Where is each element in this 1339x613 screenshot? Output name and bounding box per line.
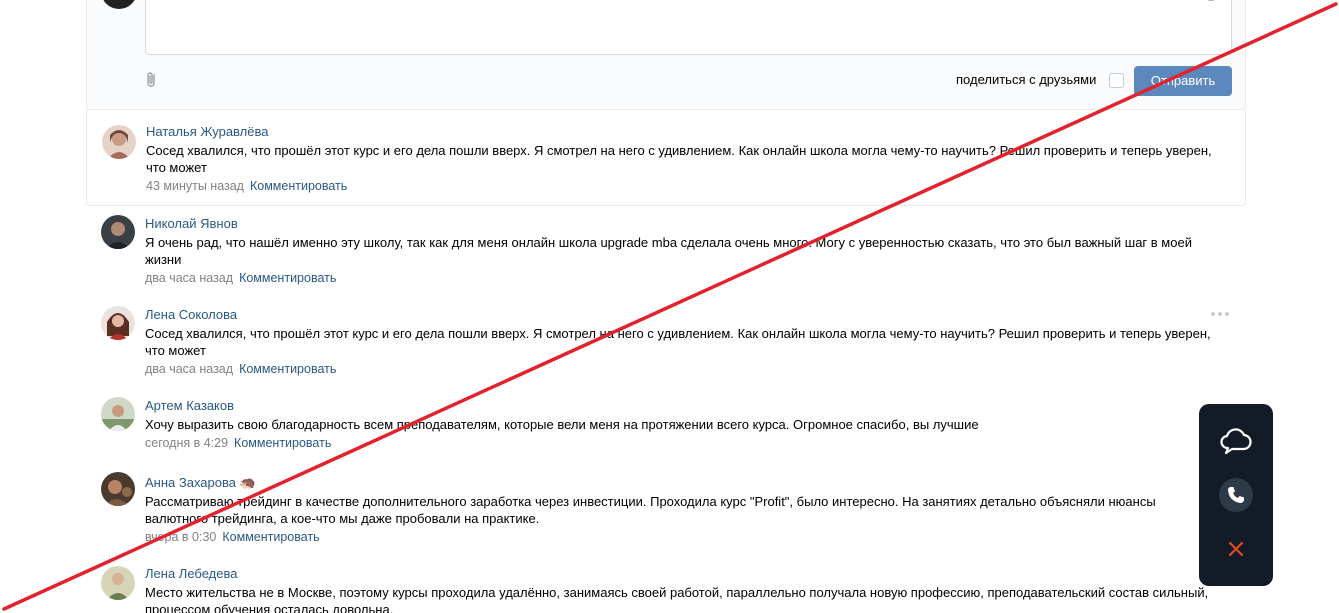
comment-item: Лена Лебедева Место жительства не в Моск… bbox=[86, 556, 1246, 613]
contact-widget bbox=[1199, 404, 1273, 586]
composer-avatar bbox=[101, 0, 137, 9]
comment-text: Место жительства не в Москве, поэтому ку… bbox=[145, 585, 1209, 613]
comment-time[interactable]: два часа назад bbox=[145, 271, 233, 285]
send-button[interactable]: Отправить bbox=[1134, 66, 1232, 96]
comment-author[interactable]: Лена Лебедева bbox=[145, 566, 1218, 582]
comment-item: Николай Явнов Я очень рад, что нашёл име… bbox=[86, 206, 1246, 297]
comment-author[interactable]: Артем Казаков bbox=[145, 398, 1218, 414]
avatar[interactable] bbox=[101, 215, 135, 249]
comment-text: Сосед хвалился, что прошёл этот курс и е… bbox=[146, 143, 1212, 175]
avatar[interactable] bbox=[101, 472, 135, 506]
comment-time[interactable]: 43 минуты назад bbox=[146, 179, 244, 193]
avatar[interactable] bbox=[101, 306, 135, 340]
comment-composer: поделиться с друзьями Отправить bbox=[86, 0, 1246, 110]
comment-text: Я очень рад, что нашёл именно эту школу,… bbox=[145, 235, 1192, 267]
comment-author[interactable]: Наталья Журавлёва bbox=[146, 124, 1217, 140]
comment-time[interactable]: сегодня в 4:29 bbox=[145, 436, 228, 450]
comment-text: Хочу выразить свою благодарность всем пр… bbox=[145, 417, 979, 432]
share-with-friends-label: поделиться с друзьями bbox=[956, 72, 1097, 87]
comment-time[interactable]: два часа назад bbox=[145, 362, 233, 376]
comment-item: Анна Захарова 🦔 Рассматриваю трейдинг в … bbox=[86, 465, 1246, 556]
comment-text: Рассматриваю трейдинг в качестве дополни… bbox=[145, 494, 1156, 526]
comment-item: Наталья Журавлёва Сосед хвалился, что пр… bbox=[86, 110, 1246, 206]
comment-text: Сосед хвалился, что прошёл этот курс и е… bbox=[145, 326, 1211, 358]
phone-icon[interactable] bbox=[1218, 477, 1254, 513]
comment-item: Лена Соколова Сосед хвалился, что прошёл… bbox=[86, 297, 1246, 388]
emoji-icon[interactable] bbox=[1203, 0, 1219, 1]
reply-link[interactable]: Комментировать bbox=[239, 362, 336, 376]
reply-link[interactable]: Комментировать bbox=[222, 530, 319, 544]
reply-link[interactable]: Комментировать bbox=[234, 436, 331, 450]
close-icon[interactable] bbox=[1218, 531, 1254, 567]
share-with-friends-checkbox[interactable] bbox=[1109, 73, 1124, 88]
more-icon[interactable] bbox=[1210, 311, 1230, 317]
avatar[interactable] bbox=[102, 125, 136, 159]
reply-link[interactable]: Комментировать bbox=[250, 179, 347, 193]
avatar[interactable] bbox=[101, 566, 135, 600]
comment-author[interactable]: Лена Соколова bbox=[145, 307, 1218, 323]
paperclip-icon[interactable] bbox=[144, 71, 160, 89]
cloud-icon[interactable] bbox=[1218, 422, 1254, 458]
comment-author[interactable]: Николай Явнов bbox=[145, 216, 1218, 232]
comment-time[interactable]: вчера в 0:30 bbox=[145, 530, 216, 544]
comment-author[interactable]: Анна Захарова 🦔 bbox=[145, 475, 1218, 491]
comment-input[interactable] bbox=[145, 0, 1232, 55]
comment-item: Артем Казаков Хочу выразить свою благода… bbox=[86, 388, 1246, 465]
avatar[interactable] bbox=[101, 397, 135, 431]
reply-link[interactable]: Комментировать bbox=[239, 271, 336, 285]
